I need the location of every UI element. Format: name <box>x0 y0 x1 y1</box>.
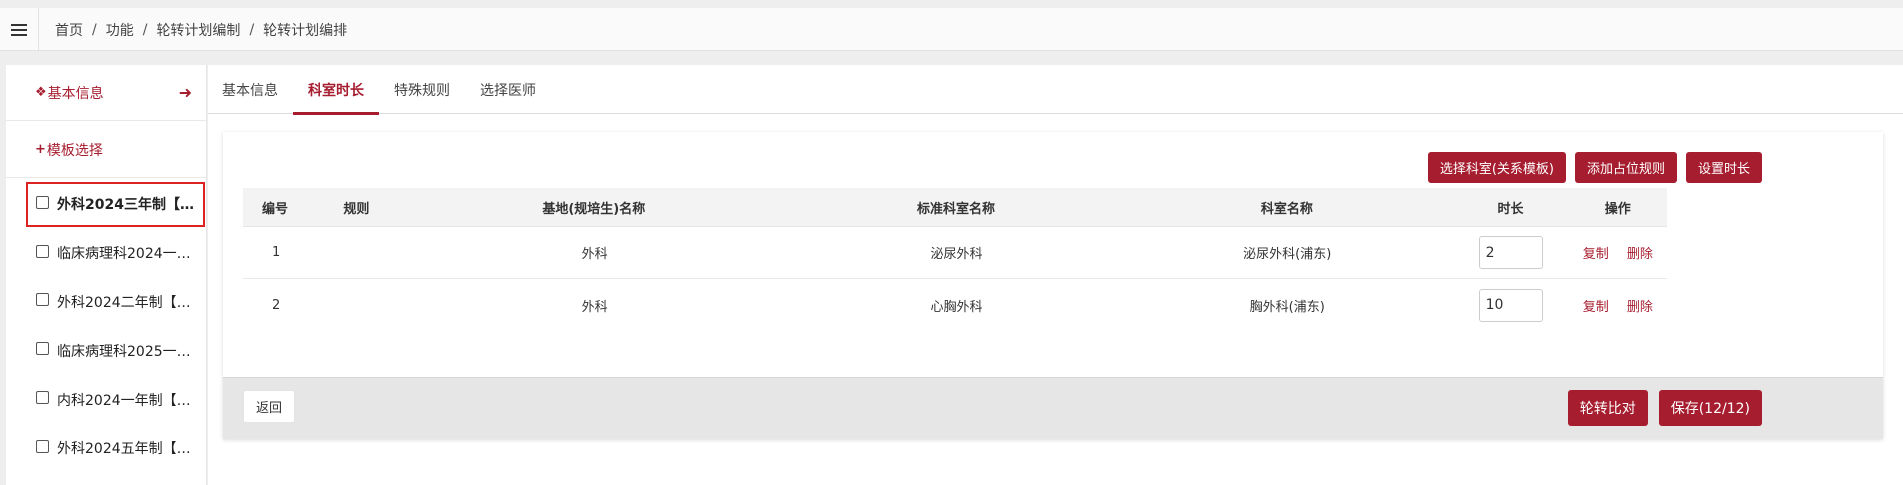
tab-bar: 基本信息 科室时长 特殊规则 选择医师 <box>208 65 1903 115</box>
breadcrumb-function[interactable]: 功能 <box>106 20 134 40</box>
sidebar-basic-info[interactable]: ❖ 基本信息 ➜ <box>6 65 207 121</box>
template-item[interactable]: 外科2024二年制【导入】 <box>6 278 207 327</box>
footer-actions: 轮转比对 保存(12/12) <box>1567 390 1762 426</box>
add-rule-button[interactable]: 添加占位规则 <box>1574 152 1677 183</box>
header-std-dept: 标准科室名称 <box>916 201 995 217</box>
cell-no: 2 <box>272 297 281 313</box>
template-checkbox[interactable] <box>36 293 49 307</box>
copy-link[interactable]: 复制 <box>1583 247 1609 262</box>
template-item[interactable]: 临床病理科2024一年制【导入】 <box>6 229 207 278</box>
cell-duration <box>1453 288 1569 322</box>
template-item-label: 内科2024一年制【导入】 <box>57 392 202 409</box>
template-checkbox[interactable] <box>36 342 49 356</box>
set-duration-button[interactable]: 设置时长 <box>1685 152 1762 183</box>
tab-select-doctor[interactable]: 选择医师 <box>465 65 551 114</box>
panel-footer: 返回 轮转比对 保存(12/12) <box>223 377 1883 439</box>
header-no: 编号 <box>262 201 289 217</box>
tab-special-rules[interactable]: 特殊规则 <box>379 65 465 114</box>
template-item[interactable]: 外科2024五年制【导入】 <box>6 424 207 473</box>
breadcrumb-separator: / <box>92 21 97 38</box>
main-content: 基本信息 科室时长 特殊规则 选择医师 选择科室(关系模板) 添加占位规则 设置… <box>208 65 1903 485</box>
sidebar-template-select[interactable]: + 模板选择 <box>6 122 207 178</box>
breadcrumb-plan-compile[interactable]: 轮转计划编制 <box>156 20 240 40</box>
template-item-label: 外科2024二年制【导入】 <box>57 294 202 311</box>
header-duration: 时长 <box>1497 201 1524 217</box>
menu-toggle-button[interactable] <box>0 8 39 51</box>
header-dept: 科室名称 <box>1260 201 1313 217</box>
template-item[interactable]: 外科2024三年制【导入】 <box>24 180 207 229</box>
cell-base: 外科 <box>581 299 608 315</box>
cell-std-dept: 心胸外科 <box>930 299 983 315</box>
top-bar: 首页 / 功能 / 轮转计划编制 / 轮转计划编排 <box>0 8 1903 51</box>
template-checkbox[interactable] <box>36 195 49 209</box>
cell-std-dept: 泌尿外科 <box>930 247 983 262</box>
select-dept-button[interactable]: 选择科室(关系模板) <box>1427 152 1566 183</box>
plus-icon: + <box>35 142 46 157</box>
save-button[interactable]: 保存(12/12) <box>1658 390 1762 426</box>
cell-duration <box>1453 236 1569 269</box>
duration-table: 编号 规则 基地(规培生)名称 标准科室名称 科室名称 时长 操作 1 外科 泌… <box>243 188 1667 331</box>
cell-base: 外科 <box>581 247 608 262</box>
breadcrumb: 首页 / 功能 / 轮转计划编制 / 轮转计划编排 <box>55 8 347 51</box>
template-item[interactable]: 内科2024一年制【导入】 <box>6 375 207 424</box>
tab-dept-duration[interactable]: 科室时长 <box>293 65 379 115</box>
delete-link[interactable]: 删除 <box>1627 247 1653 262</box>
breadcrumb-home[interactable]: 首页 <box>55 20 83 40</box>
hamburger-icon <box>11 23 27 36</box>
header-rule: 规则 <box>343 201 370 217</box>
template-item[interactable]: 临床病理科2025一年制【导入】 <box>6 326 207 375</box>
cell-dept: 泌尿外科(浦东) <box>1243 247 1332 262</box>
duration-input[interactable] <box>1478 288 1543 322</box>
toolbar: 选择科室(关系模板) 添加占位规则 设置时长 <box>1427 152 1762 183</box>
cell-no: 1 <box>272 245 281 260</box>
info-circle-icon: ❖ <box>35 85 47 100</box>
table-header: 编号 规则 基地(规培生)名称 标准科室名称 科室名称 时长 操作 <box>243 188 1667 227</box>
header-actions: 操作 <box>1604 201 1631 217</box>
template-item-label: 临床病理科2025一年制【导入】 <box>57 343 202 360</box>
breadcrumb-separator: / <box>249 21 255 38</box>
cell-actions: 复制 删除 <box>1569 243 1667 262</box>
cell-dept: 胸外科(浦东) <box>1249 299 1325 315</box>
back-button[interactable]: 返回 <box>243 390 296 423</box>
sidebar-basic-info-label: 基本信息 <box>47 85 104 102</box>
table-row: 2 外科 心胸外科 胸外科(浦东) 复制 删除 <box>243 279 1667 331</box>
sidebar: ❖ 基本信息 ➜ + 模板选择 外科2024三年制【导入】 临床病理科2024一… <box>6 65 207 485</box>
compare-button[interactable]: 轮转比对 <box>1567 390 1648 426</box>
header-base: 基地(规培生)名称 <box>542 201 646 217</box>
template-item-label: 临床病理科2024一年制【导入】 <box>57 246 202 263</box>
sidebar-template-select-label: 模板选择 <box>46 142 103 159</box>
breadcrumb-current: 轮转计划编排 <box>263 22 348 39</box>
breadcrumb-separator: / <box>142 21 148 38</box>
duration-input[interactable] <box>1478 236 1543 269</box>
delete-link[interactable]: 删除 <box>1627 300 1653 315</box>
cell-actions: 复制 删除 <box>1569 296 1667 315</box>
duration-panel: 选择科室(关系模板) 添加占位规则 设置时长 编号 规则 基地(规培生)名称 标… <box>223 132 1883 439</box>
template-item-label: 外科2024五年制【导入】 <box>57 441 202 458</box>
copy-link[interactable]: 复制 <box>1583 300 1609 315</box>
template-checkbox[interactable] <box>36 439 49 453</box>
template-checkbox[interactable] <box>36 391 49 405</box>
arrow-right-icon: ➜ <box>178 83 192 102</box>
table-row: 1 外科 泌尿外科 泌尿外科(浦东) 复制 删除 <box>243 227 1667 279</box>
template-list: 外科2024三年制【导入】 临床病理科2024一年制【导入】 外科2024二年制… <box>6 180 207 473</box>
template-item-label: 外科2024三年制【导入】 <box>57 197 202 214</box>
tab-basic-info[interactable]: 基本信息 <box>208 65 293 114</box>
template-checkbox[interactable] <box>36 244 49 258</box>
